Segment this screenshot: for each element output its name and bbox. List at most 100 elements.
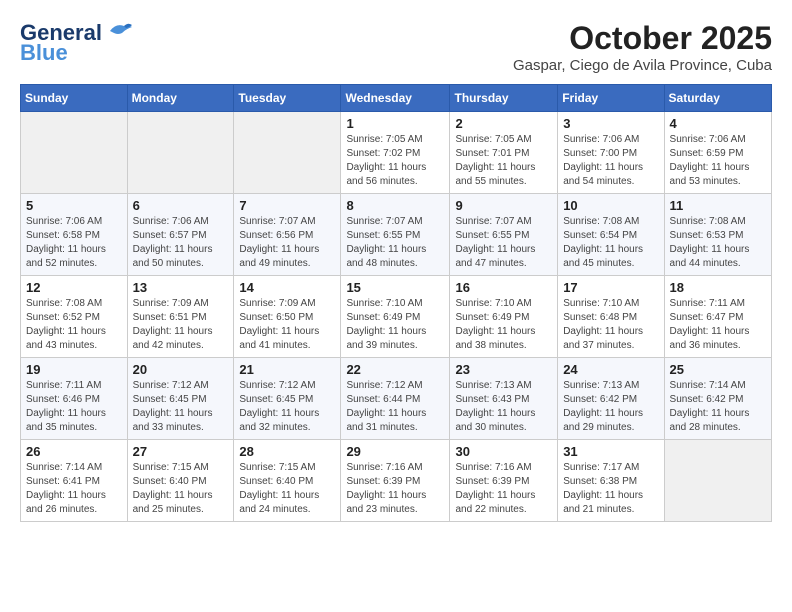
day-number: 15 bbox=[346, 280, 444, 295]
day-number: 25 bbox=[670, 362, 766, 377]
calendar-week-row: 5Sunrise: 7:06 AMSunset: 6:58 PMDaylight… bbox=[21, 194, 772, 276]
calendar-cell: 29Sunrise: 7:16 AMSunset: 6:39 PMDayligh… bbox=[341, 440, 450, 522]
calendar-cell: 24 Sunrise: 7:13 AMSunset: 6:42 PMDayligh… bbox=[558, 358, 664, 440]
calendar-week-row: 12Sunrise: 7:08 AMSunset: 6:52 PMDayligh… bbox=[21, 276, 772, 358]
day-number: 24 bbox=[563, 362, 658, 377]
calendar-cell: 18 Sunrise: 7:11 AMSunset: 6:47 PMDayligh… bbox=[664, 276, 771, 358]
day-detail: Sunrise: 7:07 AMSunset: 6:55 PMDaylight:… bbox=[455, 215, 552, 271]
col-saturday: Saturday bbox=[664, 85, 771, 112]
calendar-cell: 17 Sunrise: 7:10 AMSunset: 6:48 PMDayligh… bbox=[558, 276, 664, 358]
month-title: October 2025 bbox=[513, 20, 772, 57]
calendar-cell: 2Sunrise: 7:05 AMSunset: 7:01 PMDaylight… bbox=[450, 112, 558, 194]
calendar-cell bbox=[21, 112, 128, 194]
day-number: 2 bbox=[455, 116, 552, 131]
calendar-cell: 10 Sunrise: 7:08 AMSunset: 6:54 PMDayligh… bbox=[558, 194, 664, 276]
calendar-cell: 12Sunrise: 7:08 AMSunset: 6:52 PMDayligh… bbox=[21, 276, 128, 358]
calendar-body: 1Sunrise: 7:05 AMSunset: 7:02 PMDaylight… bbox=[21, 112, 772, 522]
day-detail: Sunrise: 7:05 AMSunset: 7:02 PMDaylight:… bbox=[346, 133, 444, 189]
calendar-week-row: 26Sunrise: 7:14 AMSunset: 6:41 PMDayligh… bbox=[21, 440, 772, 522]
day-number: 22 bbox=[346, 362, 444, 377]
day-detail: Sunrise: 7:13 AMSunset: 6:43 PMDaylight:… bbox=[455, 379, 552, 435]
day-detail: Sunrise: 7:15 AMSunset: 6:40 PMDaylight:… bbox=[239, 461, 335, 517]
day-number: 7 bbox=[239, 198, 335, 213]
calendar-cell: 16 Sunrise: 7:10 AMSunset: 6:49 PMDayligh… bbox=[450, 276, 558, 358]
calendar-header: Sunday Monday Tuesday Wednesday Thursday… bbox=[21, 85, 772, 112]
day-detail: Sunrise: 7:11 AMSunset: 6:46 PMDaylight:… bbox=[26, 379, 122, 435]
calendar-cell: 14 Sunrise: 7:09 AMSunset: 6:50 PMDayligh… bbox=[234, 276, 341, 358]
day-number: 31 bbox=[563, 444, 658, 459]
day-number: 27 bbox=[133, 444, 229, 459]
day-detail: Sunrise: 7:13 AMSunset: 6:42 PMDaylight:… bbox=[563, 379, 658, 435]
day-number: 5 bbox=[26, 198, 122, 213]
day-number: 20 bbox=[133, 362, 229, 377]
day-number: 19 bbox=[26, 362, 122, 377]
calendar-cell: 28 Sunrise: 7:15 AMSunset: 6:40 PMDayligh… bbox=[234, 440, 341, 522]
day-detail: Sunrise: 7:09 AMSunset: 6:50 PMDaylight:… bbox=[239, 297, 335, 353]
day-number: 16 bbox=[455, 280, 552, 295]
calendar-cell: 9 Sunrise: 7:07 AMSunset: 6:55 PMDaylight… bbox=[450, 194, 558, 276]
day-number: 3 bbox=[563, 116, 658, 131]
day-detail: Sunrise: 7:10 AMSunset: 6:49 PMDaylight:… bbox=[455, 297, 552, 353]
calendar-cell: 20 Sunrise: 7:12 AMSunset: 6:45 PMDayligh… bbox=[127, 358, 234, 440]
day-detail: Sunrise: 7:06 AMSunset: 7:00 PMDaylight:… bbox=[563, 133, 658, 189]
calendar-cell bbox=[234, 112, 341, 194]
calendar-cell: 25Sunrise: 7:14 AMSunset: 6:42 PMDayligh… bbox=[664, 358, 771, 440]
day-number: 17 bbox=[563, 280, 658, 295]
day-number: 23 bbox=[455, 362, 552, 377]
day-detail: Sunrise: 7:17 AMSunset: 6:38 PMDaylight:… bbox=[563, 461, 658, 517]
day-number: 28 bbox=[239, 444, 335, 459]
calendar-table: Sunday Monday Tuesday Wednesday Thursday… bbox=[20, 84, 772, 522]
calendar-cell: 13 Sunrise: 7:09 AMSunset: 6:51 PMDayligh… bbox=[127, 276, 234, 358]
location-title: Gaspar, Ciego de Avila Province, Cuba bbox=[513, 57, 772, 74]
day-number: 30 bbox=[455, 444, 552, 459]
day-number: 6 bbox=[133, 198, 229, 213]
day-detail: Sunrise: 7:15 AMSunset: 6:40 PMDaylight:… bbox=[133, 461, 229, 517]
day-detail: Sunrise: 7:12 AMSunset: 6:45 PMDaylight:… bbox=[133, 379, 229, 435]
col-tuesday: Tuesday bbox=[234, 85, 341, 112]
calendar-cell: 27 Sunrise: 7:15 AMSunset: 6:40 PMDayligh… bbox=[127, 440, 234, 522]
calendar-cell: 15 Sunrise: 7:10 AMSunset: 6:49 PMDayligh… bbox=[341, 276, 450, 358]
day-number: 14 bbox=[239, 280, 335, 295]
calendar-week-row: 19 Sunrise: 7:11 AMSunset: 6:46 PMDayligh… bbox=[21, 358, 772, 440]
day-number: 10 bbox=[563, 198, 658, 213]
day-detail: Sunrise: 7:07 AMSunset: 6:56 PMDaylight:… bbox=[239, 215, 335, 271]
calendar-cell: 31 Sunrise: 7:17 AMSunset: 6:38 PMDayligh… bbox=[558, 440, 664, 522]
calendar-cell: 11 Sunrise: 7:08 AMSunset: 6:53 PMDayligh… bbox=[664, 194, 771, 276]
calendar-cell bbox=[127, 112, 234, 194]
page-header: General Blue October 2025 Gaspar, Ciego … bbox=[20, 20, 772, 74]
day-detail: Sunrise: 7:12 AMSunset: 6:45 PMDaylight:… bbox=[239, 379, 335, 435]
calendar-week-row: 1Sunrise: 7:05 AMSunset: 7:02 PMDaylight… bbox=[21, 112, 772, 194]
day-detail: Sunrise: 7:10 AMSunset: 6:49 PMDaylight:… bbox=[346, 297, 444, 353]
day-number: 13 bbox=[133, 280, 229, 295]
day-detail: Sunrise: 7:14 AMSunset: 6:41 PMDaylight:… bbox=[26, 461, 122, 517]
day-detail: Sunrise: 7:08 AMSunset: 6:53 PMDaylight:… bbox=[670, 215, 766, 271]
logo: General Blue bbox=[20, 20, 134, 66]
day-detail: Sunrise: 7:12 AMSunset: 6:44 PMDaylight:… bbox=[346, 379, 444, 435]
calendar-cell: 6Sunrise: 7:06 AMSunset: 6:57 PMDaylight… bbox=[127, 194, 234, 276]
day-number: 9 bbox=[455, 198, 552, 213]
calendar-cell: 3 Sunrise: 7:06 AMSunset: 7:00 PMDaylight… bbox=[558, 112, 664, 194]
day-detail: Sunrise: 7:11 AMSunset: 6:47 PMDaylight:… bbox=[670, 297, 766, 353]
title-block: October 2025 Gaspar, Ciego de Avila Prov… bbox=[513, 20, 772, 74]
calendar-cell bbox=[664, 440, 771, 522]
calendar-cell: 8Sunrise: 7:07 AMSunset: 6:55 PMDaylight… bbox=[341, 194, 450, 276]
day-number: 11 bbox=[670, 198, 766, 213]
logo-blue: Blue bbox=[20, 40, 68, 66]
header-row: Sunday Monday Tuesday Wednesday Thursday… bbox=[21, 85, 772, 112]
calendar-cell: 21Sunrise: 7:12 AMSunset: 6:45 PMDayligh… bbox=[234, 358, 341, 440]
calendar-cell: 5Sunrise: 7:06 AMSunset: 6:58 PMDaylight… bbox=[21, 194, 128, 276]
calendar-cell: 7 Sunrise: 7:07 AMSunset: 6:56 PMDaylight… bbox=[234, 194, 341, 276]
day-detail: Sunrise: 7:06 AMSunset: 6:59 PMDaylight:… bbox=[670, 133, 766, 189]
calendar-cell: 30Sunrise: 7:16 AMSunset: 6:39 PMDayligh… bbox=[450, 440, 558, 522]
day-detail: Sunrise: 7:08 AMSunset: 6:54 PMDaylight:… bbox=[563, 215, 658, 271]
day-number: 18 bbox=[670, 280, 766, 295]
col-monday: Monday bbox=[127, 85, 234, 112]
calendar-cell: 26Sunrise: 7:14 AMSunset: 6:41 PMDayligh… bbox=[21, 440, 128, 522]
col-wednesday: Wednesday bbox=[341, 85, 450, 112]
day-detail: Sunrise: 7:08 AMSunset: 6:52 PMDaylight:… bbox=[26, 297, 122, 353]
day-detail: Sunrise: 7:09 AMSunset: 6:51 PMDaylight:… bbox=[133, 297, 229, 353]
calendar-cell: 22 Sunrise: 7:12 AMSunset: 6:44 PMDayligh… bbox=[341, 358, 450, 440]
calendar-cell: 4Sunrise: 7:06 AMSunset: 6:59 PMDaylight… bbox=[664, 112, 771, 194]
day-detail: Sunrise: 7:10 AMSunset: 6:48 PMDaylight:… bbox=[563, 297, 658, 353]
calendar-cell: 19 Sunrise: 7:11 AMSunset: 6:46 PMDayligh… bbox=[21, 358, 128, 440]
